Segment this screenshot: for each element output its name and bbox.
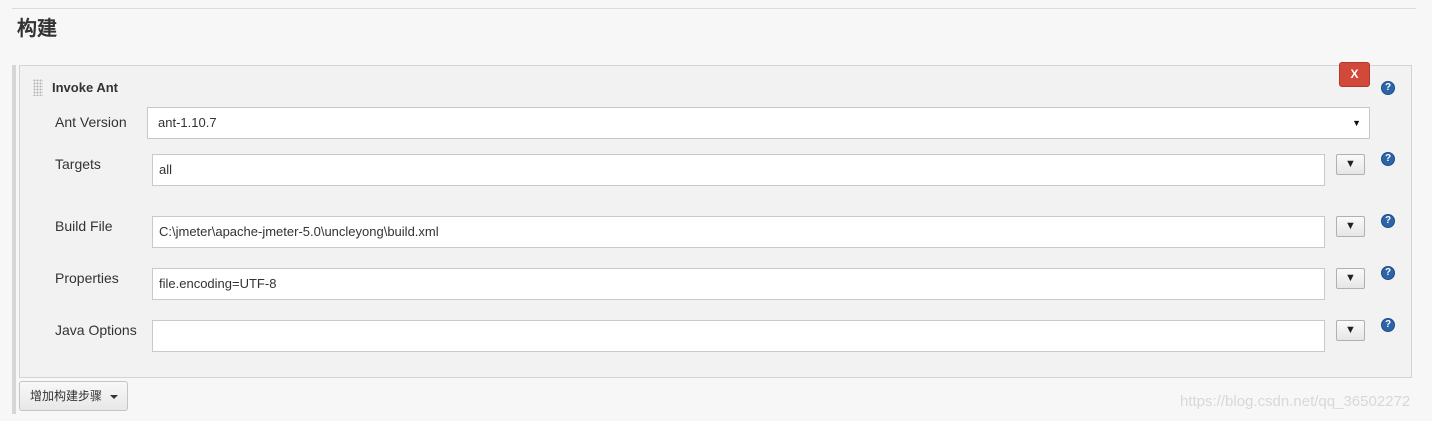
properties-input[interactable]: file.encoding=UTF-8 bbox=[152, 268, 1325, 300]
targets-input[interactable]: all bbox=[152, 154, 1325, 186]
java-options-expand-button[interactable]: ▼ bbox=[1336, 320, 1365, 341]
drag-handle-icon[interactable] bbox=[33, 79, 43, 96]
help-icon[interactable]: ? bbox=[1381, 318, 1395, 332]
java-options-input[interactable] bbox=[152, 320, 1325, 352]
help-icon[interactable]: ? bbox=[1381, 152, 1395, 166]
build-file-input[interactable]: C:\jmeter\apache-jmeter-5.0\uncleyong\bu… bbox=[152, 216, 1325, 248]
section-left-bar bbox=[12, 65, 16, 414]
invoke-ant-step-panel: Invoke Ant X ? Ant Version ant-1.10.7 ▼ … bbox=[19, 62, 1412, 378]
properties-label: Properties bbox=[55, 270, 119, 286]
help-icon[interactable]: ? bbox=[1381, 266, 1395, 280]
top-divider bbox=[12, 8, 1416, 9]
properties-expand-button[interactable]: ▼ bbox=[1336, 268, 1365, 289]
section-title: 构建 bbox=[17, 18, 57, 40]
ant-version-label: Ant Version bbox=[55, 114, 127, 130]
build-file-expand-button[interactable]: ▼ bbox=[1336, 216, 1365, 237]
help-icon[interactable]: ? bbox=[1381, 81, 1395, 95]
help-icon[interactable]: ? bbox=[1381, 214, 1395, 228]
caret-down-icon bbox=[110, 395, 118, 399]
ant-version-value: ant-1.10.7 bbox=[158, 115, 217, 130]
targets-label: Targets bbox=[55, 156, 101, 172]
targets-expand-button[interactable]: ▼ bbox=[1336, 154, 1365, 175]
build-file-label: Build File bbox=[55, 218, 113, 234]
watermark: https://blog.csdn.net/qq_36502272 bbox=[1180, 393, 1411, 410]
step-title: Invoke Ant bbox=[52, 80, 118, 95]
delete-step-button[interactable]: X bbox=[1339, 62, 1370, 87]
add-build-step-label: 增加构建步骤 bbox=[30, 389, 103, 403]
chevron-down-icon: ▼ bbox=[1352, 118, 1361, 128]
add-build-step-button[interactable]: 增加构建步骤 bbox=[19, 381, 128, 411]
ant-version-select[interactable]: ant-1.10.7 ▼ bbox=[147, 107, 1370, 139]
java-options-label: Java Options bbox=[55, 322, 137, 338]
